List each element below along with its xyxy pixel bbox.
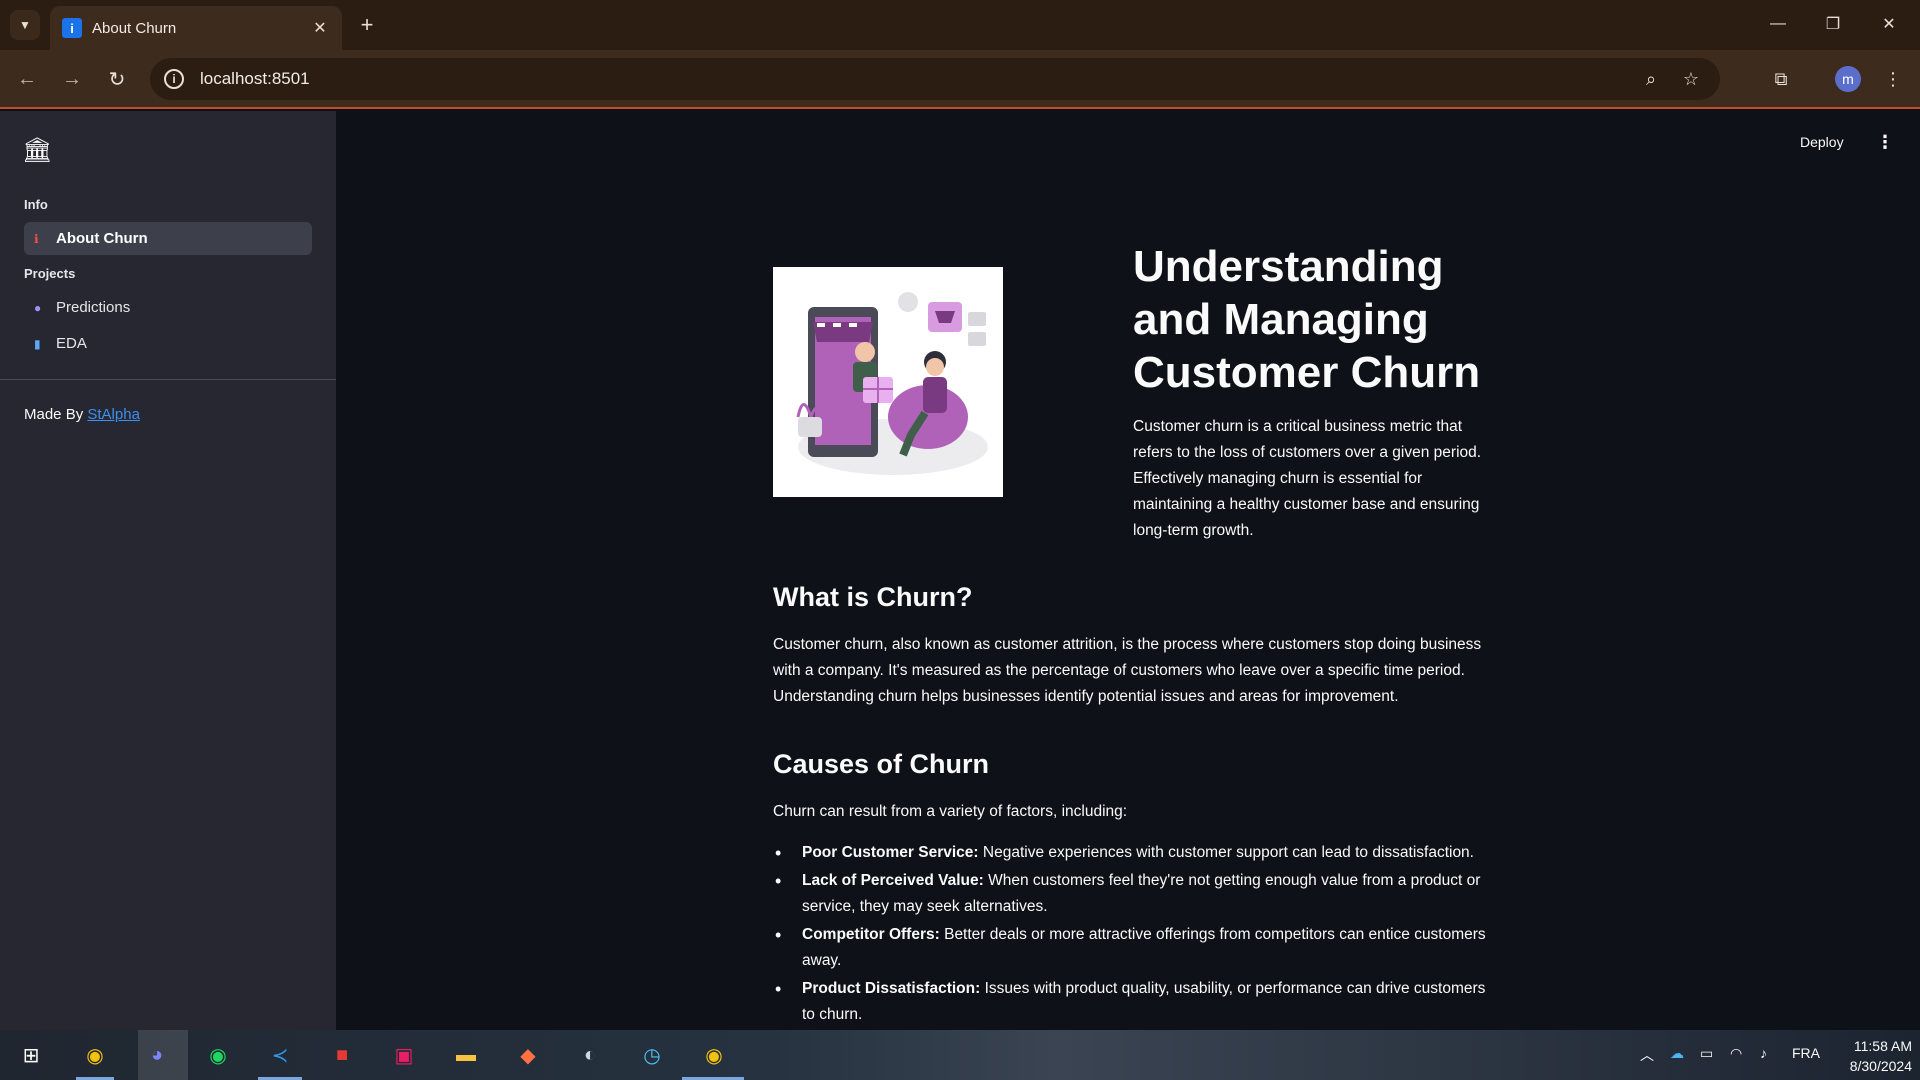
- tab-search-button[interactable]: ▼: [10, 10, 40, 40]
- sidebar-item-label: Predictions: [56, 299, 131, 316]
- list-item: Competitor Offers: Better deals or more …: [773, 922, 1488, 974]
- bar-chart-icon: ▮: [34, 336, 41, 351]
- reload-icon[interactable]: ↻: [100, 62, 134, 96]
- sidebar-item-predictions[interactable]: ● Predictions: [24, 291, 312, 324]
- sidebar-divider: [0, 379, 336, 380]
- causes-list: Poor Customer Service: Negative experien…: [773, 840, 1488, 1030]
- browser-tab-strip: ▼ i About Churn ✕ + — ❐ ✕: [0, 0, 1920, 50]
- deploy-button[interactable]: Deploy: [1800, 134, 1844, 150]
- app-red-icon[interactable]: ■: [325, 1039, 359, 1071]
- sidebar-item-label: About Churn: [56, 230, 148, 247]
- causes-heading: Causes of Churn: [773, 749, 990, 779]
- bookmark-star-icon[interactable]: ☆: [1676, 64, 1706, 94]
- made-by-prefix: Made By: [24, 406, 84, 423]
- list-item: Lack of Perceived Value: When customers …: [773, 868, 1488, 920]
- cause-term: Product Dissatisfaction:: [802, 980, 981, 997]
- sidebar-item-eda[interactable]: ▮ EDA: [24, 327, 312, 360]
- app-cube-icon[interactable]: ◆: [511, 1039, 545, 1071]
- churn-illustration: [773, 267, 1003, 497]
- profile-avatar[interactable]: m: [1835, 66, 1861, 92]
- tab-title: About Churn: [92, 19, 177, 37]
- list-item: Product Dissatisfaction: Issues with pro…: [773, 976, 1488, 1028]
- tray-chevron-icon[interactable]: ︿: [1640, 1045, 1654, 1065]
- what-is-churn-heading: What is Churn?: [773, 582, 973, 612]
- app-fish-icon[interactable]: ◐: [573, 1039, 607, 1071]
- bank-logo-icon: 🏛: [22, 137, 53, 164]
- clock-date: 8/30/2024: [1849, 1058, 1912, 1074]
- app-menu-icon[interactable]: ⋮: [1876, 132, 1894, 153]
- browser-toolbar: ← → ↻ i localhost:8501 ⌕ ☆ ⧉ m ⋮: [0, 50, 1920, 109]
- new-tab-button[interactable]: +: [352, 10, 382, 40]
- discord-icon[interactable]: ◕: [140, 1039, 174, 1071]
- cause-text: Negative experiences with customer suppo…: [978, 844, 1474, 861]
- volume-icon[interactable]: ♪: [1760, 1045, 1767, 1061]
- cause-term: Poor Customer Service:: [802, 844, 979, 861]
- battery-icon[interactable]: ▭: [1700, 1045, 1713, 1062]
- chrome-icon[interactable]: ◉: [78, 1039, 112, 1071]
- sidebar: 🏛 Info ℹ About Churn Projects ● Predicti…: [0, 111, 336, 1030]
- sidebar-section-info: Info: [24, 197, 48, 212]
- windows-taskbar: ⊞ ◉ ◕ ◉ ≺ ■ ▣ ▬ ◆ ◐ ◷ ◉ ︿ ☁ ▭ ◠ ♪ FRA 11…: [0, 1030, 1920, 1080]
- back-icon[interactable]: ←: [10, 62, 44, 96]
- intro-paragraph: Customer churn is a critical business me…: [1133, 418, 1482, 539]
- windows-start-icon[interactable]: ⊞: [14, 1039, 48, 1071]
- vscode-icon[interactable]: ≺: [263, 1039, 297, 1071]
- tab-favicon-icon: i: [62, 18, 82, 38]
- app-clock-icon[interactable]: ◷: [635, 1039, 669, 1071]
- crystal-ball-icon: ●: [34, 300, 42, 315]
- cause-term: Competitor Offers:: [802, 926, 940, 943]
- sidebar-section-projects: Projects: [24, 266, 76, 281]
- spotify-icon[interactable]: ◉: [201, 1039, 235, 1071]
- file-explorer-icon[interactable]: ▬: [449, 1039, 483, 1071]
- cause-term: Lack of Perceived Value:: [802, 872, 984, 889]
- restore-icon[interactable]: ❐: [1810, 8, 1856, 40]
- taskbar-clock[interactable]: 11:58 AM 8/30/2024: [1822, 1036, 1912, 1076]
- url-text[interactable]: localhost:8501: [200, 69, 1626, 89]
- chrome-profile-icon[interactable]: ◉: [697, 1039, 731, 1071]
- causes-intro: Churn can result from a variety of facto…: [773, 803, 1128, 820]
- tab-close-icon[interactable]: ✕: [310, 18, 330, 38]
- browser-menu-icon[interactable]: ⋮: [1876, 62, 1910, 96]
- app-pink-icon[interactable]: ▣: [387, 1039, 421, 1071]
- language-indicator[interactable]: FRA: [1792, 1045, 1820, 1061]
- browser-tab[interactable]: i About Churn ✕: [50, 6, 342, 50]
- forward-icon[interactable]: →: [55, 62, 89, 96]
- onedrive-icon[interactable]: ☁: [1670, 1045, 1684, 1062]
- window-close-icon[interactable]: ✕: [1866, 8, 1912, 40]
- sidebar-item-label: EDA: [56, 335, 87, 352]
- sidebar-item-about-churn[interactable]: ℹ About Churn: [24, 222, 312, 255]
- wifi-icon[interactable]: ◠: [1730, 1045, 1742, 1062]
- list-item: Poor Customer Service: Negative experien…: [773, 840, 1488, 866]
- info-icon: ℹ: [34, 231, 39, 246]
- extensions-icon[interactable]: ⧉: [1764, 62, 1798, 96]
- author-link[interactable]: StAlpha: [87, 406, 140, 423]
- minimize-icon[interactable]: —: [1755, 8, 1801, 40]
- what-is-churn-paragraph: Customer churn, also known as customer a…: [773, 636, 1482, 705]
- site-info-icon[interactable]: i: [164, 69, 184, 89]
- made-by-text: Made By StAlpha: [24, 406, 140, 423]
- clock-time: 11:58 AM: [1853, 1038, 1912, 1054]
- page-title: Understanding and Managing Customer Chur…: [1133, 242, 1481, 397]
- zoom-icon[interactable]: ⌕: [1636, 64, 1666, 94]
- address-bar[interactable]: i localhost:8501 ⌕ ☆: [150, 58, 1720, 100]
